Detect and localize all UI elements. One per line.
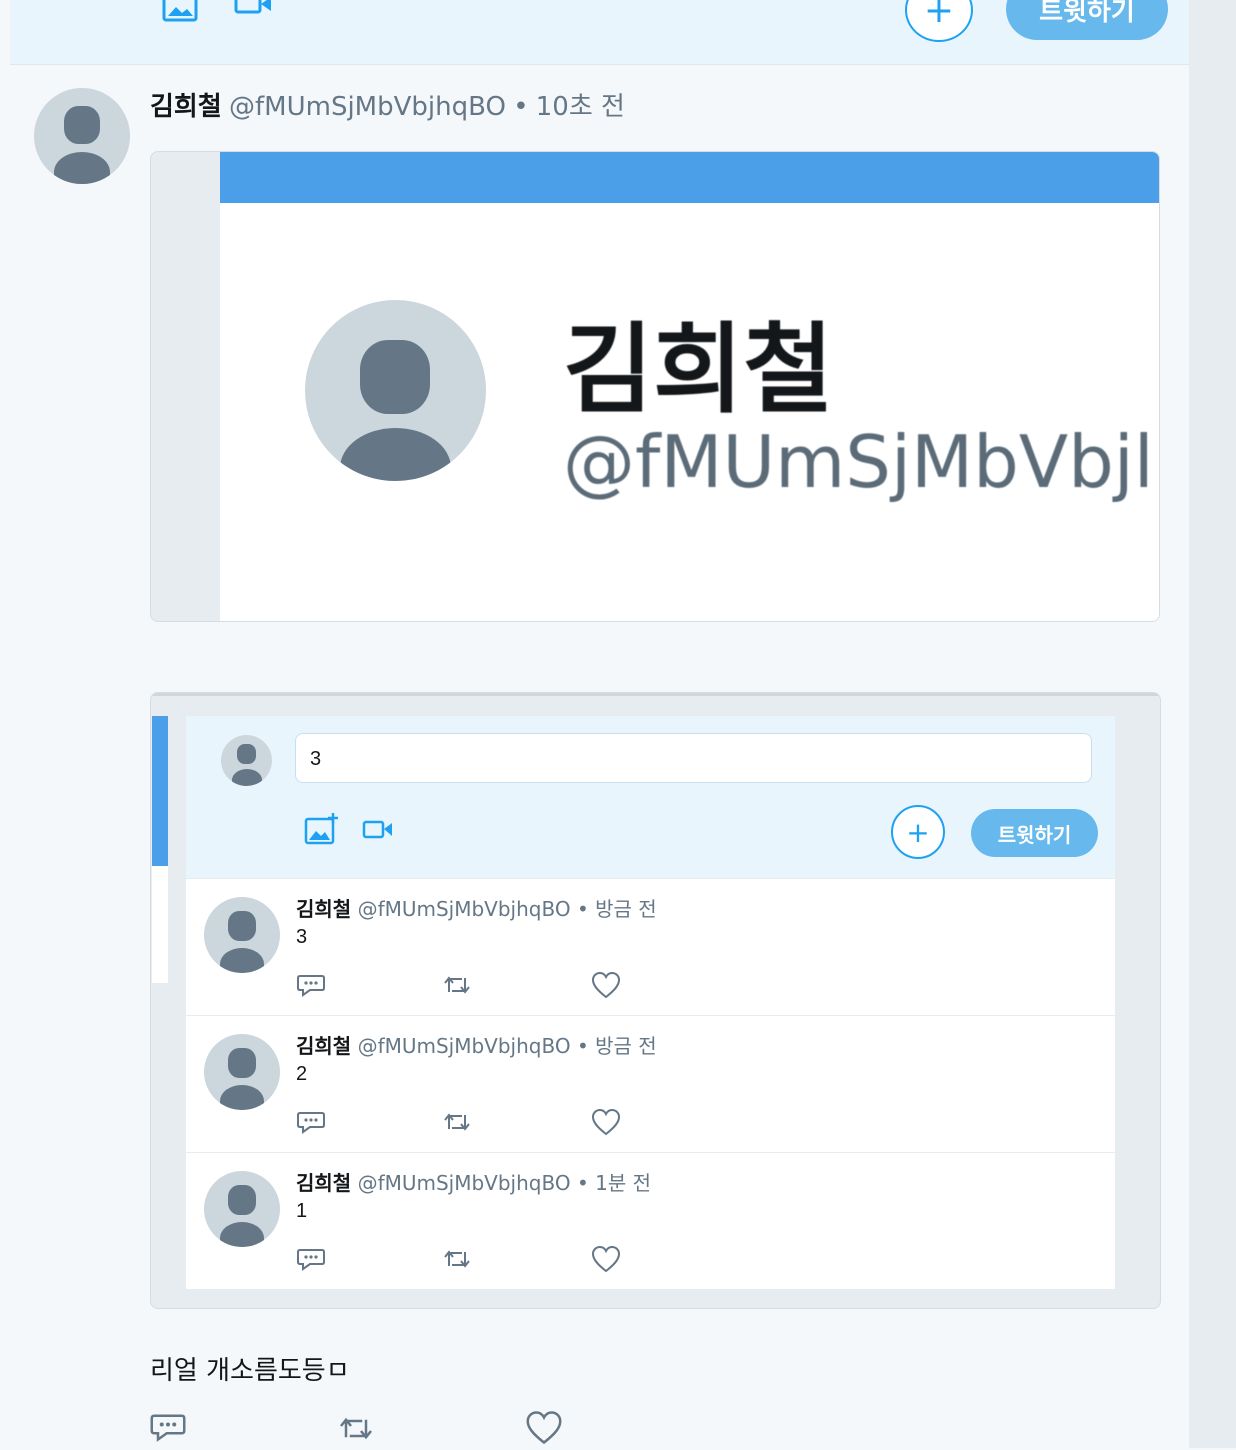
tweet-author-handle[interactable]: @fMUmSjMbVbjhqBO xyxy=(229,92,506,122)
tweet-text: 1 xyxy=(296,1200,308,1222)
tweet-author-handle[interactable]: @fMUmSjMbVbjhqBO xyxy=(358,1171,571,1195)
retweet-icon[interactable] xyxy=(442,1249,472,1274)
avatar[interactable] xyxy=(204,1034,280,1110)
tweet-text: 리얼 개소름도등ㅁ xyxy=(150,1356,350,1386)
compose-input[interactable]: 3 xyxy=(295,733,1092,783)
video-icon[interactable] xyxy=(362,820,394,845)
composer-avatar xyxy=(221,735,272,786)
reply-icon[interactable] xyxy=(296,1110,326,1139)
image-icon[interactable] xyxy=(304,812,340,851)
like-icon[interactable] xyxy=(591,1245,621,1278)
video-icon[interactable] xyxy=(234,0,274,21)
separator: • xyxy=(576,1171,589,1195)
add-tweet-button[interactable]: + xyxy=(905,0,973,42)
separator: • xyxy=(576,1034,589,1058)
reply-icon[interactable] xyxy=(296,1247,326,1276)
retweet-icon[interactable] xyxy=(337,1416,375,1446)
tweet-header: 김희철 @fMUmSjMbVbjhqBO • 방금 전 xyxy=(296,893,657,922)
tweet-author-handle[interactable]: @fMUmSjMbVbjhqBO xyxy=(358,1034,571,1058)
tweet-image-screenshot[interactable]: 3 + 트윗하기 김희철 @fMUmSjMbVbjhqBO • 방금 전 3 김… xyxy=(150,692,1161,1309)
tweet-timestamp[interactable]: 10초 전 xyxy=(536,92,625,122)
separator: • xyxy=(513,92,529,122)
image-icon[interactable] xyxy=(162,0,198,27)
reply-icon[interactable] xyxy=(149,1412,187,1447)
tweet-text: 2 xyxy=(296,1063,308,1085)
tweet-author-name[interactable]: 김희철 xyxy=(150,92,222,122)
divider xyxy=(151,693,1160,696)
avatar[interactable] xyxy=(204,897,280,973)
profile-banner xyxy=(220,152,1159,203)
retweet-icon[interactable] xyxy=(442,1112,472,1137)
tweet-timestamp[interactable]: 방금 전 xyxy=(595,897,657,921)
tweet-timestamp[interactable]: 1분 전 xyxy=(595,1171,651,1195)
image-content: 김희철 @fMUmSjMbVbjl xyxy=(220,152,1159,621)
separator: • xyxy=(576,897,589,921)
tweet-button[interactable]: 트윗하기 xyxy=(971,809,1098,857)
list-item[interactable]: 김희철 @fMUmSjMbVbjhqBO • 방금 전 2 xyxy=(186,1015,1115,1152)
tweet-author-name[interactable]: 김희철 xyxy=(296,1034,351,1058)
add-tweet-button[interactable]: + xyxy=(891,805,945,859)
tweet-header: 김희철 @fMUmSjMbVbjhqBO • 10초 전 xyxy=(150,86,625,123)
reply-icon[interactable] xyxy=(296,973,326,1002)
avatar[interactable] xyxy=(204,1171,280,1247)
tweet-image-profile[interactable]: 김희철 @fMUmSjMbVbjl xyxy=(150,151,1160,622)
list-item[interactable]: 김희철 @fMUmSjMbVbjhqBO • 방금 전 3 xyxy=(186,878,1115,1015)
tweet-button[interactable]: 트윗하기 xyxy=(1006,0,1168,40)
avatar[interactable] xyxy=(34,88,130,184)
composer: 3 + 트윗하기 xyxy=(186,716,1115,878)
tweet-timestamp[interactable]: 방금 전 xyxy=(595,1034,657,1058)
tweet-author-name[interactable]: 김희철 xyxy=(296,897,351,921)
scroll-indicator xyxy=(152,716,168,866)
tweet-header: 김희철 @fMUmSjMbVbjhqBO • 1분 전 xyxy=(296,1167,651,1196)
tweet-author-handle[interactable]: @fMUmSjMbVbjhqBO xyxy=(358,897,571,921)
side-panel xyxy=(152,866,168,983)
page-gutter xyxy=(1189,0,1236,1448)
profile-avatar xyxy=(305,300,486,481)
like-icon[interactable] xyxy=(591,1108,621,1141)
profile-handle: @fMUmSjMbVbjl xyxy=(563,420,1154,504)
like-icon[interactable] xyxy=(591,971,621,1004)
tweet-text: 3 xyxy=(296,926,308,948)
retweet-icon[interactable] xyxy=(442,975,472,1000)
tweet-author-name[interactable]: 김희철 xyxy=(296,1171,351,1195)
feed: 김희철 @fMUmSjMbVbjhqBO • 방금 전 3 김희철 @fMUmS… xyxy=(186,878,1115,1289)
list-item[interactable]: 김희철 @fMUmSjMbVbjhqBO • 1분 전 1 xyxy=(186,1152,1115,1289)
tweet-header: 김희철 @fMUmSjMbVbjhqBO • 방금 전 xyxy=(296,1030,657,1059)
like-icon[interactable] xyxy=(525,1410,563,1450)
top-composer: + 트윗하기 xyxy=(10,0,1189,65)
profile-name: 김희철 xyxy=(563,313,834,427)
